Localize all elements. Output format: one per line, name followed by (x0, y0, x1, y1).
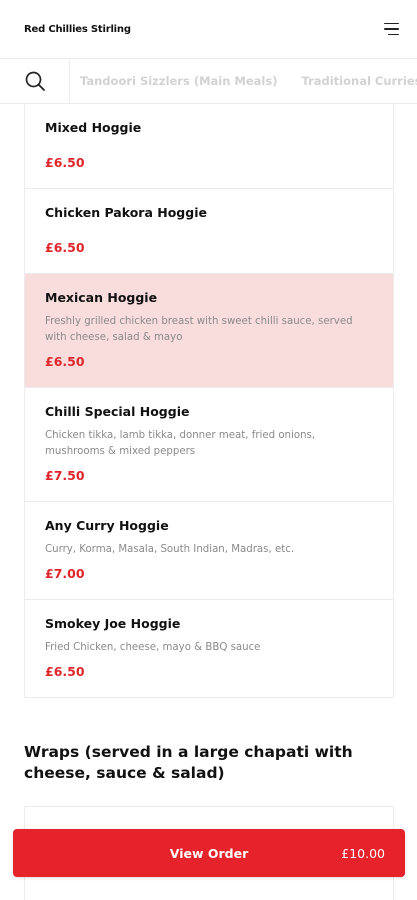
search-icon (25, 71, 45, 91)
item-price: £7.50 (45, 468, 85, 483)
tab-traditional-curries[interactable]: Traditional Curries (301, 74, 417, 88)
view-order-button[interactable]: View Order £10.00 (13, 829, 405, 877)
item-name: Mixed Hoggie (45, 120, 142, 135)
top-bar: Red Chillies Stirling (0, 0, 417, 58)
category-tabs: Tandoori Sizzlers (Main Meals) Tradition… (70, 74, 417, 88)
item-price: £6.50 (45, 240, 85, 255)
section-title-wraps: Wraps (served in a large chapati with ch… (24, 743, 353, 782)
tab-tandoori-sizzlers[interactable]: Tandoori Sizzlers (Main Meals) (80, 74, 277, 88)
menu-item-any-curry-hoggie[interactable]: Any Curry Hoggie Curry, Korma, Masala, S… (25, 502, 393, 600)
item-description: Chicken tikka, lamb tikka, donner meat, … (45, 430, 316, 457)
menu-item-mexican-hoggie[interactable]: Mexican Hoggie Freshly grilled chicken b… (25, 274, 393, 388)
item-description: Fried Chicken, cheese, mayo & BBQ sauce (45, 642, 261, 653)
view-order-label: View Order (169, 845, 249, 861)
menu-item-chicken-pakora-hoggie[interactable]: Chicken Pakora Hoggie £6.50 (25, 189, 393, 274)
search-button[interactable] (0, 59, 70, 103)
order-total: £10.00 (341, 845, 385, 861)
menu-item-chilli-special-hoggie[interactable]: Chilli Special Hoggie Chicken tikka, lam… (25, 388, 393, 502)
menu-item-list: Mixed Hoggie £6.50 Chicken Pakora Hoggie… (24, 104, 394, 698)
item-name: Mexican Hoggie (45, 290, 158, 305)
item-name: Chicken Pakora Hoggie (45, 205, 207, 220)
item-description: Curry, Korma, Masala, South Indian, Madr… (45, 544, 295, 555)
item-name: Any Curry Hoggie (45, 518, 169, 533)
item-price: £6.50 (45, 354, 85, 369)
item-price: £6.50 (45, 664, 85, 679)
hamburger-menu-icon[interactable] (377, 18, 399, 40)
category-bar: Tandoori Sizzlers (Main Meals) Tradition… (0, 58, 417, 104)
menu-item-smokey-joe-hoggie[interactable]: Smokey Joe Hoggie Fried Chicken, cheese,… (25, 600, 393, 697)
restaurant-name: Red Chillies Stirling (24, 23, 131, 35)
item-name: Smokey Joe Hoggie (45, 616, 181, 631)
menu-item-mixed-hoggie[interactable]: Mixed Hoggie £6.50 (25, 104, 393, 189)
item-price: £7.00 (45, 566, 85, 581)
item-name: Chilli Special Hoggie (45, 404, 190, 419)
item-description: Freshly grilled chicken breast with swee… (45, 316, 353, 343)
item-price: £6.50 (45, 155, 85, 170)
